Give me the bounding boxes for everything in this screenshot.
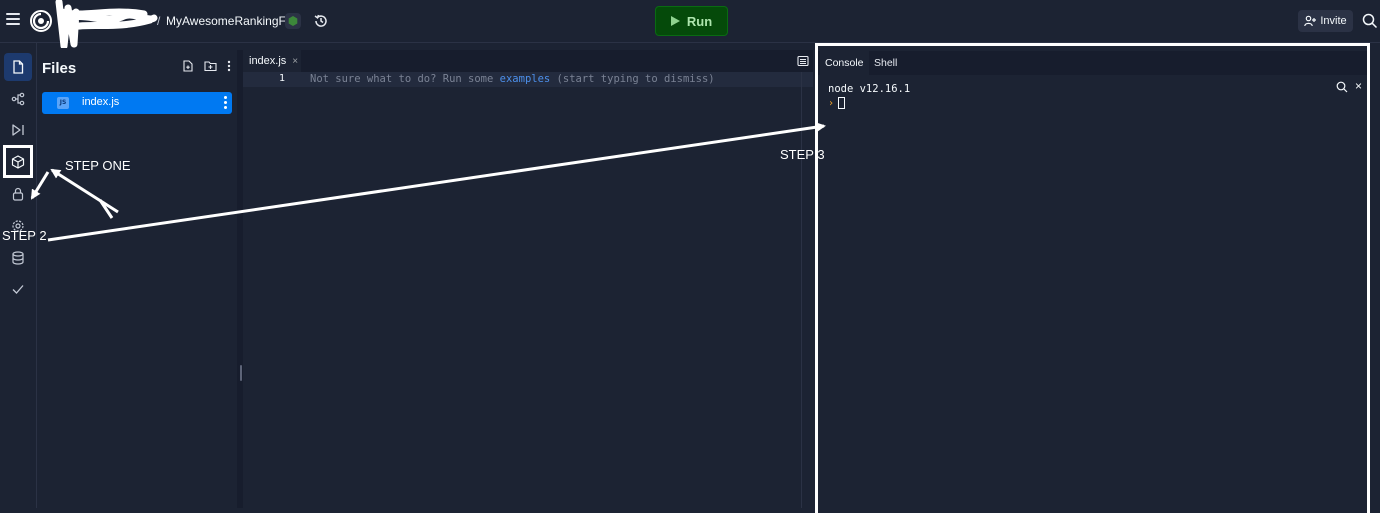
files-pane: Files JS index.js [37,50,237,508]
editor-hint-suffix: (start typing to dismiss) [550,73,715,85]
javascript-file-icon: JS [57,97,69,109]
secrets-button[interactable] [4,180,32,208]
replit-logo-icon[interactable] [30,10,52,32]
play-icon [670,16,680,26]
file-item[interactable]: JS index.js [42,92,232,114]
step-forward-icon [12,124,24,136]
invite-button[interactable]: Invite [1298,10,1353,32]
top-bar: / MyAwesomeRankingF... Run Invite [0,0,1380,48]
console-prompt[interactable]: › [828,97,846,109]
activity-bar [0,43,37,508]
run-button[interactable]: Run [655,6,728,36]
examples-link[interactable]: examples [500,73,551,85]
new-file-icon[interactable] [182,60,194,72]
add-user-icon [1304,15,1317,27]
files-pane-title: Files [42,60,77,77]
file-item-menu-icon[interactable] [224,96,228,110]
menu-icon[interactable] [6,13,20,25]
tab-label: index.js [249,55,287,67]
lock-icon [12,187,24,201]
check-icon [12,285,24,294]
file-icon [13,60,24,74]
console-close-icon[interactable]: × [1355,79,1362,93]
files-pane-actions [182,60,231,72]
database-icon [12,251,24,265]
editor-layout-icon[interactable] [797,55,809,67]
redaction-scribble [55,0,158,48]
tab-close-icon[interactable]: × [292,56,298,67]
step-three-label: STEP 3 [780,147,825,162]
history-icon[interactable] [313,13,329,29]
tab-index-js[interactable]: index.js × [243,50,301,72]
prompt-chevron-icon: › [828,97,835,109]
step-one-highlight-box [3,145,33,178]
step-two-label: STEP 2 [2,228,47,243]
console-output-line: node v12.16.1 [828,83,911,95]
unit-tests-button[interactable] [4,275,32,303]
new-folder-icon[interactable] [204,60,217,72]
editor-tab-bar: index.js × [243,50,813,72]
console-search-icon[interactable] [1336,81,1348,93]
console-output-area[interactable]: node v12.16.1 › [818,75,1367,513]
version-control-button[interactable] [4,85,32,113]
project-name[interactable]: MyAwesomeRankingF... [166,14,295,28]
tab-shell[interactable]: Shell [869,51,902,75]
code-editor[interactable]: 1 Not sure what to do? Run some examples… [243,72,813,508]
tab-console[interactable]: Console [820,51,869,75]
database-button[interactable] [4,244,32,272]
editor-hint-text: Not sure what to do? Run some [310,73,500,85]
debugger-button[interactable] [4,116,32,144]
file-item-name: index.js [82,96,120,108]
console-tab-bar: Console Shell [818,51,1367,75]
search-icon[interactable] [1362,13,1378,29]
files-tool-button[interactable] [4,53,32,81]
pane-divider[interactable] [801,72,802,508]
editor-hint: Not sure what to do? Run some examples (… [310,73,715,85]
invite-button-label: Invite [1320,15,1347,27]
run-button-label: Run [686,13,713,29]
line-number: 1 [279,73,286,84]
git-branch-icon [11,92,25,106]
more-options-icon[interactable] [227,60,231,72]
console-pane: Console Shell node v12.16.1 › [815,43,1370,513]
text-cursor [838,97,846,109]
breadcrumb-separator: / [157,14,161,28]
nodejs-language-icon[interactable] [285,13,301,29]
step-one-label: STEP ONE [65,158,131,173]
resize-handle[interactable] [240,365,242,381]
